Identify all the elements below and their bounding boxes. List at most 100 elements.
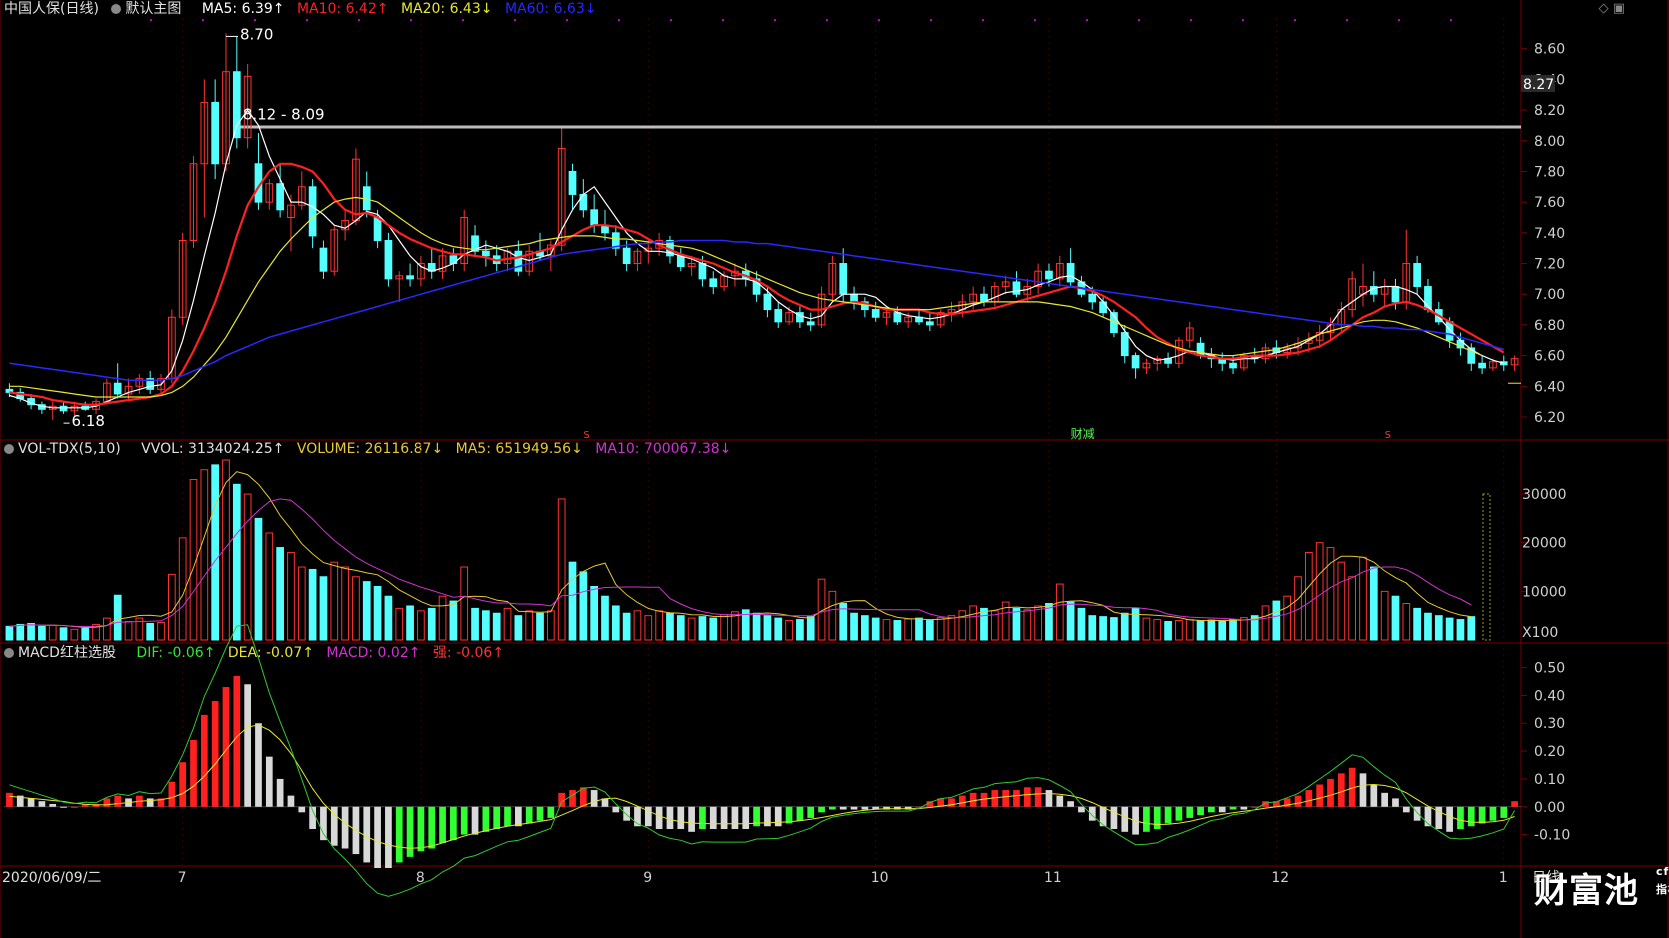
candlestick[interactable] (1380, 278, 1389, 307)
candlestick[interactable] (990, 281, 999, 307)
candlestick[interactable] (146, 370, 155, 394)
candlestick[interactable] (5, 383, 14, 398)
candlestick[interactable] (427, 248, 436, 279)
candlestick[interactable] (135, 374, 144, 394)
candlestick[interactable] (1131, 352, 1140, 379)
candlestick[interactable] (1413, 255, 1421, 295)
candlestick[interactable] (796, 306, 804, 328)
candlestick[interactable] (1175, 337, 1183, 368)
price-panel[interactable] (5, 33, 1521, 421)
candlestick[interactable] (828, 255, 837, 302)
candlestick[interactable] (1478, 355, 1486, 375)
macd-panel[interactable] (4, 624, 1521, 897)
candlestick[interactable] (861, 297, 869, 318)
candlestick[interactable] (395, 271, 404, 302)
candlestick[interactable] (1066, 248, 1075, 287)
candlestick[interactable] (211, 79, 220, 180)
volume-bar (1218, 621, 1227, 641)
candlestick[interactable] (384, 232, 393, 287)
candlestick[interactable] (1402, 229, 1411, 310)
candlestick[interactable] (1153, 355, 1162, 371)
volume-bar (871, 617, 880, 641)
volume-bar (969, 605, 978, 641)
candlestick[interactable] (1359, 263, 1367, 307)
candlestick[interactable] (1369, 271, 1378, 302)
macd-bar (796, 806, 804, 821)
candlestick[interactable] (297, 171, 306, 210)
candlestick[interactable] (81, 401, 90, 411)
candlestick[interactable] (850, 286, 858, 310)
candlestick[interactable] (817, 286, 826, 328)
candlestick[interactable] (568, 163, 577, 210)
candlestick[interactable] (1142, 358, 1151, 375)
candlestick[interactable] (1510, 355, 1519, 371)
volume-bar (1023, 609, 1032, 641)
candlestick[interactable] (482, 240, 490, 267)
candlestick[interactable] (265, 179, 274, 210)
volume-bar (785, 620, 793, 641)
candlestick[interactable] (167, 309, 176, 384)
candlestick[interactable] (254, 133, 263, 210)
candlestick[interactable] (774, 301, 783, 328)
candlestick[interactable] (1164, 352, 1172, 368)
candlestick[interactable] (882, 309, 891, 325)
candlestick[interactable] (1077, 275, 1086, 298)
candlestick[interactable] (925, 312, 934, 332)
candlestick[interactable] (557, 128, 566, 252)
candlestick[interactable] (222, 33, 230, 172)
candlestick[interactable] (676, 248, 685, 272)
candlestick[interactable] (1240, 352, 1248, 371)
candlestick[interactable] (460, 209, 469, 272)
candlestick[interactable] (124, 378, 133, 402)
candlestick[interactable] (731, 263, 739, 287)
candlestick[interactable] (1055, 255, 1064, 287)
candlestick[interactable] (633, 248, 642, 272)
candlestick[interactable] (1185, 321, 1194, 348)
candlestick[interactable] (48, 401, 57, 421)
candlestick[interactable] (1099, 297, 1107, 318)
candlestick[interactable] (200, 79, 209, 218)
candle-body (449, 255, 458, 265)
candlestick[interactable] (287, 194, 295, 252)
macd-bar (363, 806, 371, 863)
candlestick[interactable] (980, 286, 988, 307)
candlestick[interactable] (341, 209, 349, 241)
macd-bar (807, 806, 815, 818)
candlestick[interactable] (1001, 275, 1010, 295)
volume-panel[interactable] (5, 459, 1491, 641)
candlestick[interactable] (189, 156, 198, 249)
candle-body (373, 216, 382, 242)
price-tick-label: 7.40 (1534, 226, 1565, 242)
macd-bar (1413, 806, 1421, 821)
candlestick[interactable] (806, 312, 815, 332)
macd-bar (1045, 790, 1053, 807)
candlestick[interactable] (947, 301, 956, 322)
candle-body (622, 247, 631, 265)
candlestick[interactable] (38, 401, 46, 414)
candlestick[interactable] (1034, 263, 1042, 295)
candlestick[interactable] (1261, 343, 1270, 364)
candlestick[interactable] (936, 309, 945, 328)
candlestick[interactable] (362, 171, 371, 218)
candlestick[interactable] (1012, 271, 1021, 298)
candlestick[interactable] (308, 179, 317, 249)
candlestick[interactable] (276, 163, 284, 218)
candlestick[interactable] (611, 225, 620, 256)
candlestick[interactable] (113, 363, 122, 399)
volume-bar (1088, 615, 1097, 641)
macd-bar (493, 806, 501, 830)
price-tick-label: 7.20 (1534, 257, 1565, 273)
candlestick[interactable] (449, 248, 458, 272)
chart-canvas[interactable]: 8.608.408.208.007.807.607.407.207.006.80… (0, 0, 1669, 938)
candlestick[interactable] (319, 240, 328, 279)
candlestick[interactable] (178, 232, 187, 325)
volume-bar (232, 483, 241, 641)
candlestick[interactable] (406, 263, 414, 287)
candlestick[interactable] (1348, 271, 1357, 318)
candlestick[interactable] (709, 271, 718, 295)
resistance-range-label: 8.12 - 8.09 (243, 105, 325, 123)
candlestick[interactable] (330, 225, 339, 276)
volume-bar (980, 607, 988, 641)
candlestick[interactable] (417, 255, 425, 287)
candlestick[interactable] (546, 240, 555, 272)
